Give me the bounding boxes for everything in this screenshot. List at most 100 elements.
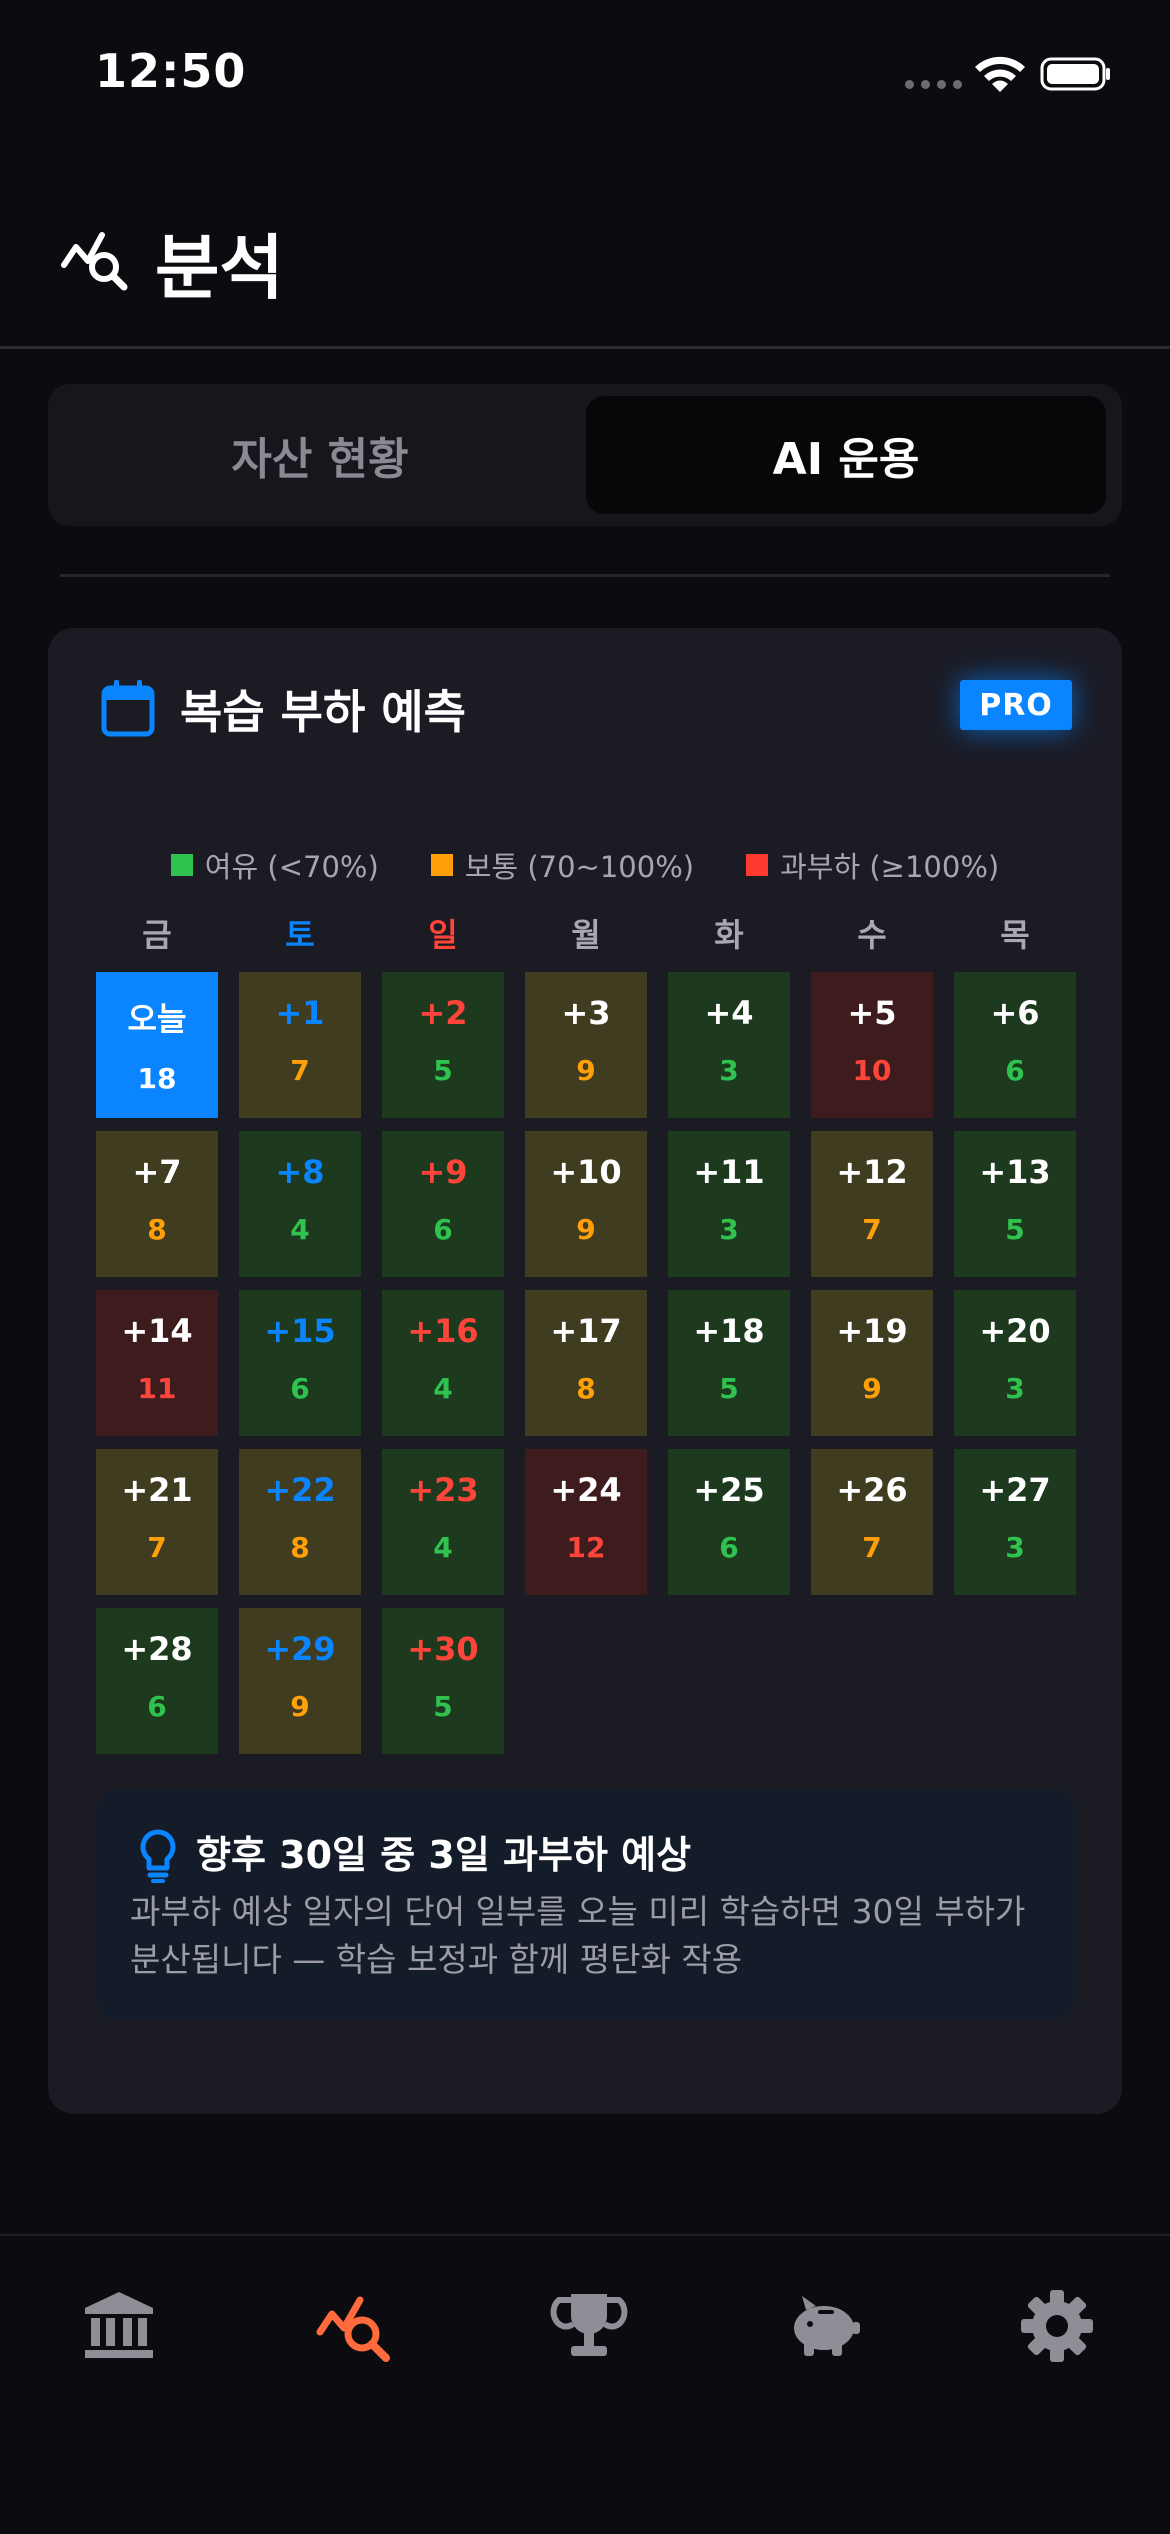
page-header: 분석 <box>0 150 1170 349</box>
weekday-label: 목 <box>1000 916 1030 954</box>
day-cell[interactable]: +28 6 <box>96 1608 218 1754</box>
day-load-value: 8 <box>290 1531 310 1564</box>
day-cell[interactable]: +24 12 <box>525 1449 647 1595</box>
review-load-forecast-card: 복습 부하 예측 PRO 여유 (<70%) 보통 (70~100%) 과부하 … <box>48 628 1122 2114</box>
segmented-control: 자산 현황 AI 운용 <box>48 384 1122 526</box>
day-cell[interactable]: +20 3 <box>954 1290 1076 1436</box>
day-load-value: 5 <box>433 1690 453 1723</box>
day-offset-label: +27 <box>979 1471 1051 1509</box>
legend-item-relaxed: 여유 (<70%) <box>170 844 379 886</box>
day-cell[interactable]: +23 4 <box>382 1449 504 1595</box>
day-cell[interactable]: +19 9 <box>811 1290 933 1436</box>
day-cell[interactable]: +25 6 <box>668 1449 790 1595</box>
insight-body: 과부하 예상 일자의 단어 일부를 오늘 미리 학습하면 30일 부하가 분산됩… <box>130 1892 1026 1979</box>
day-offset-label: +3 <box>561 994 611 1032</box>
day-load-value: 3 <box>719 1213 739 1246</box>
day-cell[interactable]: +7 8 <box>96 1131 218 1277</box>
gear-icon[interactable] <box>1017 2286 1097 2366</box>
pro-badge: PRO <box>960 680 1072 730</box>
day-load-value: 3 <box>1005 1531 1025 1564</box>
day-offset-label: +2 <box>418 994 468 1032</box>
day-cell[interactable]: +30 5 <box>382 1608 504 1754</box>
day-cell[interactable]: +12 7 <box>811 1131 933 1277</box>
bank-icon[interactable] <box>79 2286 159 2366</box>
weekday-header: 금토일월화수목 <box>96 910 1076 960</box>
day-cell[interactable]: +27 3 <box>954 1449 1076 1595</box>
battery-icon <box>1040 57 1110 91</box>
day-cell[interactable]: +15 6 <box>239 1290 361 1436</box>
day-offset-label: +12 <box>836 1153 908 1191</box>
signal-dots-icon <box>905 80 962 89</box>
weekday-label: 월 <box>571 916 601 954</box>
day-cell[interactable]: +13 5 <box>954 1131 1076 1277</box>
legend-swatch-overload <box>746 854 769 876</box>
day-load-value: 7 <box>862 1531 882 1564</box>
day-offset-label: +29 <box>264 1630 336 1668</box>
legend-label-relaxed: 여유 (<70%) <box>204 850 379 884</box>
day-cell[interactable]: +10 9 <box>525 1131 647 1277</box>
day-load-value: 3 <box>719 1054 739 1087</box>
day-offset-label: +30 <box>407 1630 479 1668</box>
weekday-label: 토 <box>285 916 315 954</box>
day-offset-label: +11 <box>693 1153 765 1191</box>
day-cell[interactable]: +16 4 <box>382 1290 504 1436</box>
lightbulb-icon <box>140 1829 176 1883</box>
day-offset-label: +26 <box>836 1471 908 1509</box>
day-load-value: 5 <box>719 1372 739 1405</box>
day-offset-label: +4 <box>704 994 754 1032</box>
day-cell[interactable]: +2 5 <box>382 972 504 1118</box>
day-load-value: 6 <box>1005 1054 1025 1087</box>
day-load-value: 7 <box>862 1213 882 1246</box>
day-cell[interactable]: +21 7 <box>96 1449 218 1595</box>
status-bar: 12:50 <box>0 0 1170 150</box>
day-offset-label: +17 <box>550 1312 622 1350</box>
day-cell[interactable]: +18 5 <box>668 1290 790 1436</box>
day-offset-label: +18 <box>693 1312 765 1350</box>
day-offset-label: +7 <box>132 1153 182 1191</box>
day-cell[interactable]: +17 8 <box>525 1290 647 1436</box>
legend-label-overload: 과부하 (≥100%) <box>780 850 1000 884</box>
day-offset-label: +8 <box>275 1153 325 1191</box>
chart-search-icon <box>61 232 128 291</box>
weekday-label: 수 <box>857 916 887 954</box>
tab-bar <box>0 2234 1170 2534</box>
day-cell[interactable]: +6 6 <box>954 972 1076 1118</box>
chart-search-icon[interactable] <box>314 2286 394 2366</box>
divider <box>60 574 1110 577</box>
day-cell[interactable]: +29 9 <box>239 1608 361 1754</box>
day-load-value: 8 <box>576 1372 596 1405</box>
day-load-value: 18 <box>137 1062 177 1095</box>
tab-assets[interactable]: 자산 현황 <box>60 396 580 514</box>
trophy-icon[interactable] <box>549 2286 629 2366</box>
day-offset-label: +21 <box>121 1471 193 1509</box>
day-offset-label: +9 <box>418 1153 468 1191</box>
day-cell[interactable]: +1 7 <box>239 972 361 1118</box>
piggy-bank-icon[interactable] <box>784 2286 864 2366</box>
day-offset-label: +24 <box>550 1471 622 1509</box>
day-cell[interactable]: +14 11 <box>96 1290 218 1436</box>
day-cell[interactable]: +4 3 <box>668 972 790 1118</box>
day-offset-label: +16 <box>407 1312 479 1350</box>
day-offset-label: +6 <box>990 994 1040 1032</box>
day-load-value: 8 <box>147 1213 167 1246</box>
day-cell[interactable]: +11 3 <box>668 1131 790 1277</box>
legend-label-normal: 보통 (70~100%) <box>464 850 695 884</box>
calendar-icon <box>101 680 155 737</box>
day-offset-label: 오늘 <box>127 1000 187 1038</box>
tab-ai-management[interactable]: AI 운용 <box>586 396 1106 514</box>
day-cell[interactable]: +8 4 <box>239 1131 361 1277</box>
day-cell[interactable]: +22 8 <box>239 1449 361 1595</box>
day-cell-today[interactable]: 오늘 18 <box>96 972 218 1118</box>
day-cell[interactable]: +5 10 <box>811 972 933 1118</box>
day-offset-label: +10 <box>550 1153 622 1191</box>
load-calendar-grid: 오늘 18 +1 7 +2 5 +3 9 +4 3 +5 10 +6 6 +7 8 +8 4 +9 6 +10 9 +11 3… <box>96 972 1076 1754</box>
card-title: 복습 부하 예측 <box>180 685 466 739</box>
day-cell[interactable]: +26 7 <box>811 1449 933 1595</box>
insight-box: 향후 30일 중 3일 과부하 예상 과부하 예상 일자의 단어 일부를 오늘 … <box>96 1790 1076 2020</box>
day-cell[interactable]: +3 9 <box>525 972 647 1118</box>
day-offset-label: +23 <box>407 1471 479 1509</box>
day-cell[interactable]: +9 6 <box>382 1131 504 1277</box>
day-load-value: 6 <box>290 1372 310 1405</box>
day-offset-label: +25 <box>693 1471 765 1509</box>
day-load-value: 7 <box>147 1531 167 1564</box>
